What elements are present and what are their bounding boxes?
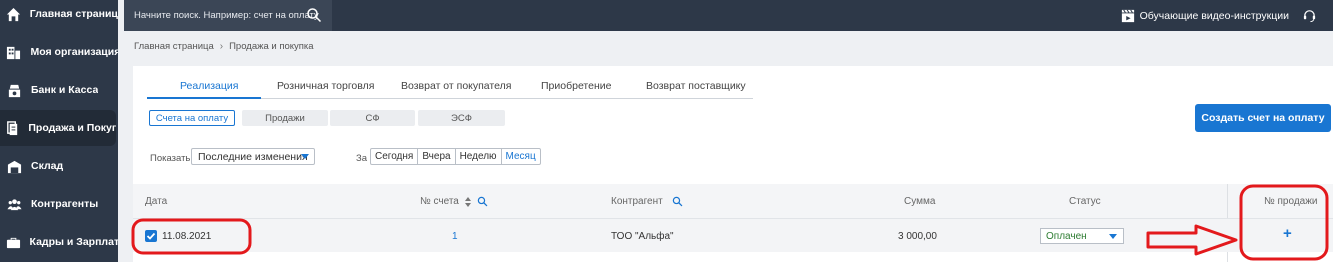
annotation-overlay [131,184,1329,261]
annotation-arrow-icon [1146,224,1238,256]
annotation-circle-sale [1239,184,1329,261]
annotation-circle-date [131,218,252,255]
